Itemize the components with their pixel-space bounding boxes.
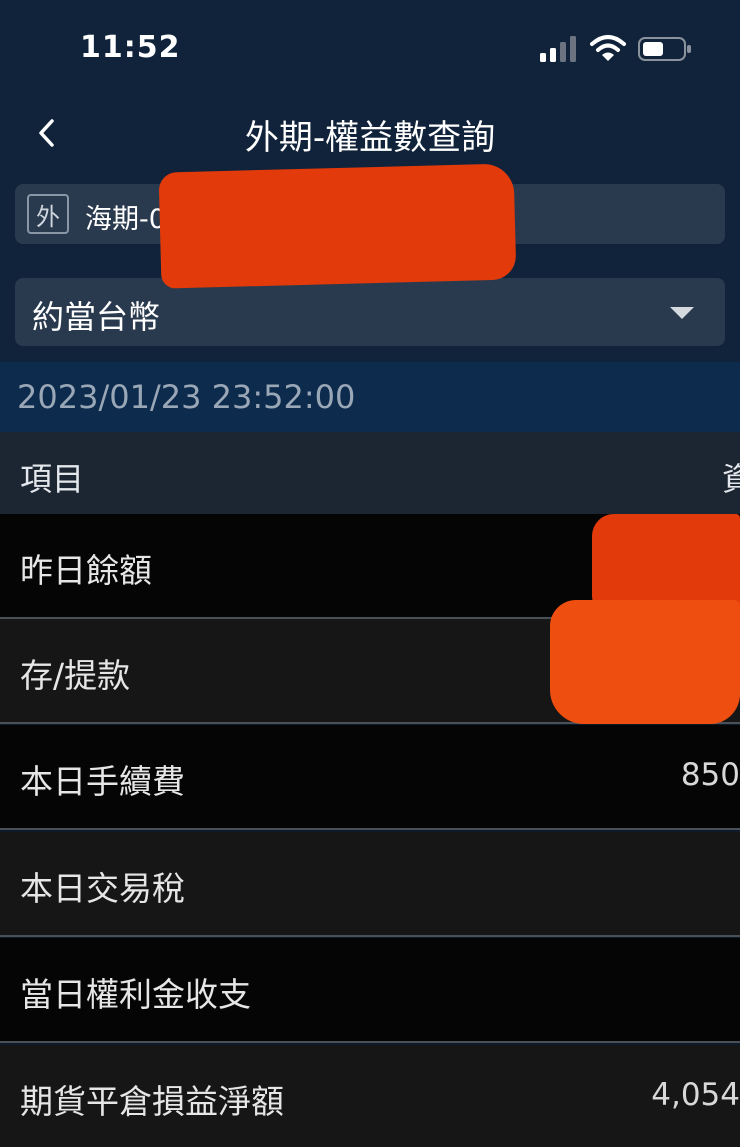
redaction-mark [592,514,740,614]
column-header-value: 資 [722,460,740,498]
redaction-mark [158,163,517,289]
column-header-item: 項目 [20,460,85,498]
table-header: 項目 資 [0,432,740,514]
dropdown-triangle-icon [670,307,694,319]
row-label: 昨日餘額 [20,551,152,590]
row-label: 本日手續費 [20,762,185,801]
table-row[interactable]: 當日權利金收支 [0,938,740,1043]
wifi-icon [590,35,626,61]
row-label: 期貨平倉損益淨額 [20,1082,284,1121]
status-time: 11:52 [80,30,181,65]
nav-bar: 外期-權益數查詢 [0,96,740,170]
table-row[interactable]: 本日手續費 850 [0,725,740,830]
row-value: 850 [680,757,740,793]
timestamp-bar: 2023/01/23 23:52:00 [0,362,740,432]
account-name: 海期-0 [85,204,166,235]
foreign-account-badge: 外 [27,194,69,234]
page-title: 外期-權益數查詢 [244,118,496,158]
currency-selected-value: 約當台幣 [32,298,161,336]
battery-icon [638,37,691,61]
redaction-mark [550,600,740,724]
currency-select[interactable]: 約當台幣 [15,278,725,346]
cellular-signal-icon [540,36,576,62]
row-label: 當日權利金收支 [20,975,251,1014]
row-label: 存/提款 [20,656,131,695]
table-row[interactable]: 本日交易稅 [0,832,740,937]
row-label: 本日交易稅 [20,869,185,908]
query-timestamp: 2023/01/23 23:52:00 [17,378,356,416]
status-bar: 11:52 [0,0,740,96]
row-value: 4,054 [651,1077,740,1113]
table-row[interactable]: 期貨平倉損益淨額 4,054 [0,1045,740,1147]
